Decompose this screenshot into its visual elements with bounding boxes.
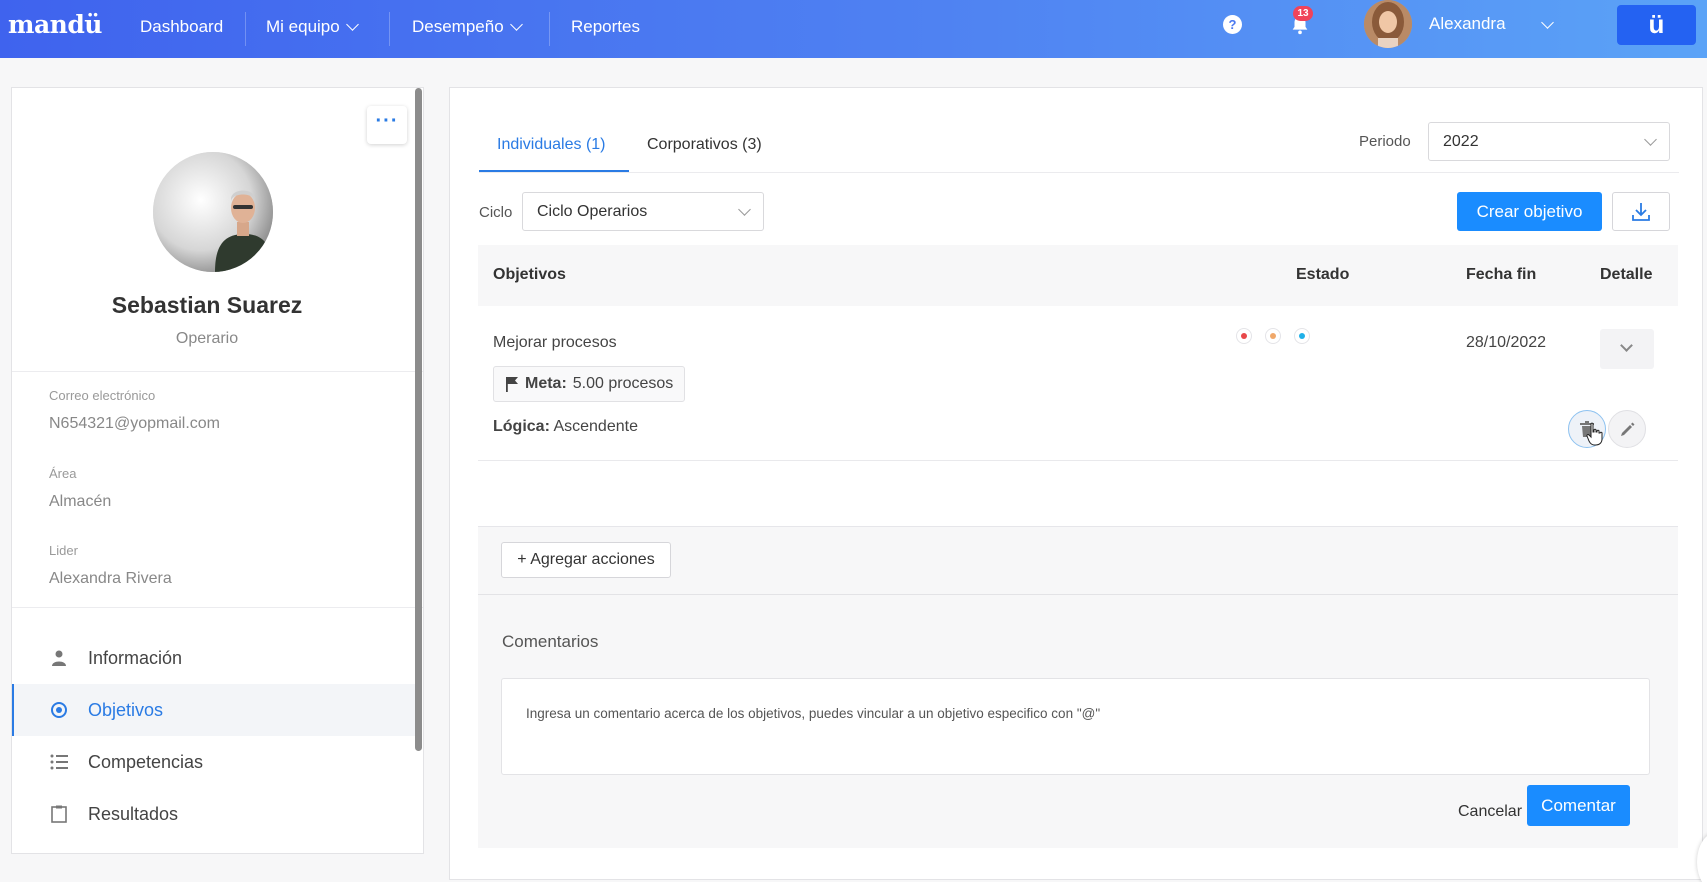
more-options-button[interactable]: ···	[367, 106, 407, 144]
profile-photo	[153, 152, 273, 272]
menu-item-label: Objetivos	[88, 699, 164, 720]
tab-individuales[interactable]: Individuales (1)	[497, 136, 606, 154]
user-name[interactable]: Alexandra	[1429, 14, 1506, 34]
nav-reportes-label: Reportes	[571, 17, 640, 36]
menu-item-label: Resultados	[88, 803, 179, 824]
lider-label: Lider	[49, 543, 78, 558]
top-navigation-bar: mandü Dashboard Mi equipo Desempeño Repo…	[0, 0, 1707, 58]
header-estado: Estado	[1296, 266, 1350, 283]
menu-item-informacion[interactable]: Información	[12, 632, 415, 684]
comment-placeholder: Ingresa un comentario acerca de los obje…	[526, 706, 1101, 721]
edit-button[interactable]	[1608, 410, 1646, 448]
row-divider	[478, 460, 1678, 461]
fecha-fin-value: 28/10/2022	[1466, 334, 1547, 351]
menu-item-label: Competencias	[88, 751, 204, 772]
lider-value: Alexandra Rivera	[49, 570, 172, 587]
nav-separator	[245, 12, 246, 46]
tab-bar-line	[479, 172, 1679, 173]
meta-value: 5.00 procesos	[572, 375, 674, 392]
chevron-down-icon	[509, 18, 523, 31]
header-objetivos: Objetivos	[493, 266, 566, 283]
chevron-down-icon	[1644, 133, 1657, 146]
menu-item-resultados[interactable]: Resultados	[12, 788, 415, 840]
flag-icon	[506, 377, 518, 392]
objective-name: Mejorar procesos	[493, 334, 617, 351]
nav-dashboard[interactable]: Dashboard	[140, 17, 223, 37]
email-label: Correo electrónico	[49, 388, 156, 403]
expand-detail-button[interactable]	[1600, 329, 1654, 369]
area-label: Área	[49, 466, 77, 481]
ciclo-label: Ciclo	[479, 204, 513, 221]
tab-corporativos[interactable]: Corporativos (3)	[647, 136, 762, 154]
menu-item-label: Información	[88, 647, 183, 668]
menu-item-competencias[interactable]: Competencias	[12, 736, 415, 788]
profile-name: Sebastian Suarez	[111, 292, 303, 318]
meta-label: Meta:	[525, 375, 567, 392]
profile-role: Operario	[175, 330, 239, 347]
actions-comments-panel: + Agregar acciones Comentarios Ingresa u…	[478, 526, 1678, 848]
create-objective-button[interactable]: Crear objetivo	[1457, 192, 1602, 231]
nav-desempeno-label: Desempeño	[412, 17, 504, 36]
status-dot-blue[interactable]	[1294, 328, 1310, 344]
logica-label: Lógica:	[493, 418, 550, 435]
area-value: Almacén	[49, 493, 112, 510]
chevron-down-icon	[738, 203, 751, 216]
periodo-select[interactable]: 2022	[1428, 122, 1670, 161]
notification-badge: 13	[1293, 6, 1313, 21]
profile-card: ··· Sebastian Suarez Operario Correo ele…	[11, 87, 424, 854]
divider	[12, 607, 423, 608]
profile-scrollbar[interactable]	[415, 88, 422, 751]
status-dot-orange[interactable]	[1265, 328, 1281, 344]
pencil-icon	[1620, 422, 1634, 436]
chevron-down-icon	[1620, 339, 1633, 352]
divider	[12, 371, 423, 372]
chevron-down-icon	[345, 18, 359, 31]
ciclo-value: Ciclo Operarios	[537, 203, 648, 220]
comment-input[interactable]: Ingresa un comentario acerca de los obje…	[501, 678, 1650, 775]
email-value: N654321@yopmail.com	[49, 415, 220, 432]
cancel-button[interactable]: Cancelar	[1458, 803, 1522, 821]
nav-separator	[549, 12, 550, 46]
ciclo-select[interactable]: Ciclo Operarios	[522, 192, 764, 231]
download-icon	[1632, 203, 1650, 221]
comments-title: Comentarios	[502, 632, 599, 651]
nav-reportes[interactable]: Reportes	[571, 17, 640, 37]
mandu-logo[interactable]: mandü	[8, 10, 102, 39]
divider	[478, 594, 1678, 595]
nav-dashboard-label: Dashboard	[140, 17, 224, 36]
active-tab-indicator	[479, 170, 629, 172]
brand-button[interactable]: ü	[1617, 5, 1696, 45]
meta-chip: Meta: 5.00 procesos	[493, 366, 686, 402]
target-icon	[50, 701, 68, 719]
logica-line: Lógica: Ascendente	[493, 418, 638, 436]
list-icon	[50, 753, 68, 771]
download-button[interactable]	[1612, 192, 1670, 231]
comment-button[interactable]: Comentar	[1527, 785, 1630, 826]
chevron-down-icon[interactable]	[1541, 16, 1554, 29]
nav-separator	[389, 12, 390, 46]
periodo-label: Periodo	[1359, 133, 1411, 150]
objectives-panel: Individuales (1) Corporativos (3) Period…	[449, 87, 1703, 880]
nav-desempeno[interactable]: Desempeño	[412, 17, 523, 37]
status-dot-red[interactable]	[1236, 328, 1252, 344]
nav-mi-equipo-label: Mi equipo	[266, 17, 340, 36]
user-icon	[50, 649, 68, 667]
logica-value: Ascendente	[553, 418, 638, 435]
periodo-value: 2022	[1443, 133, 1479, 150]
user-avatar[interactable]	[1364, 0, 1412, 48]
help-icon[interactable]: ?	[1223, 15, 1242, 34]
table-header: Objetivos Estado Fecha fin Detalle	[478, 245, 1678, 306]
header-fecha-fin: Fecha fin	[1466, 266, 1537, 283]
add-actions-button[interactable]: + Agregar acciones	[501, 542, 671, 578]
header-detalle: Detalle	[1600, 266, 1653, 283]
hand-cursor-icon	[1586, 422, 1603, 446]
nav-mi-equipo[interactable]: Mi equipo	[266, 17, 359, 37]
clipboard-icon	[50, 805, 68, 823]
menu-item-objetivos[interactable]: Objetivos	[12, 684, 415, 736]
